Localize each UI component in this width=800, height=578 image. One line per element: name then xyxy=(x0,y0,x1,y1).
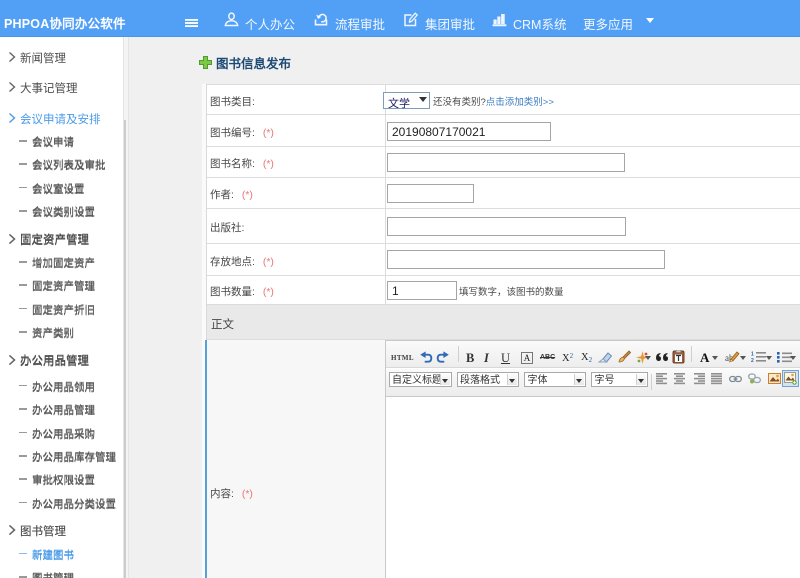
svg-text:2: 2 xyxy=(751,358,754,363)
svg-text:1: 1 xyxy=(751,352,754,358)
